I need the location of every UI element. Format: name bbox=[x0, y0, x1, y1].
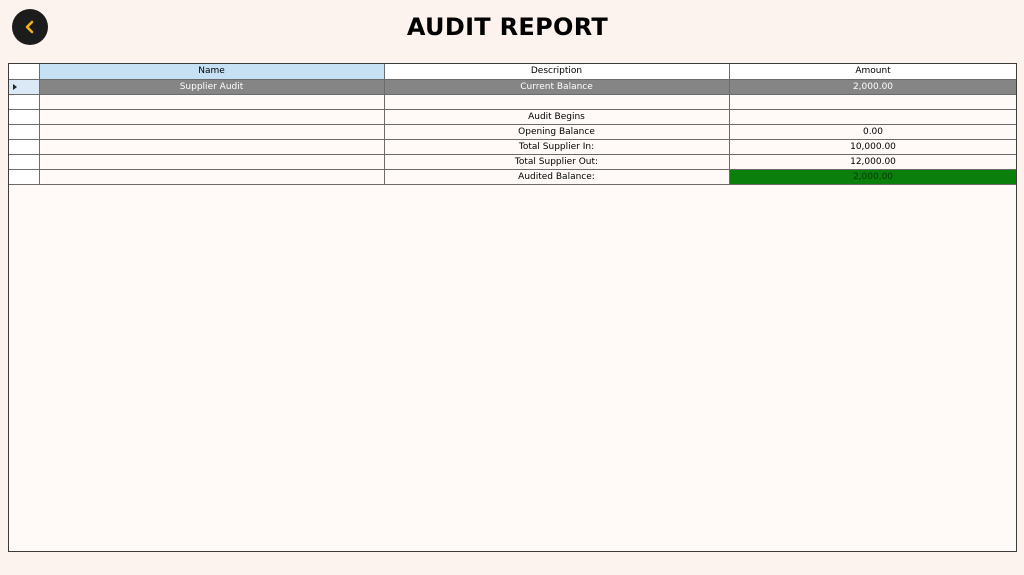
amount-cell[interactable]: 10,000.00 bbox=[729, 139, 1016, 155]
table-row[interactable]: Total Supplier In: 10,000.00 bbox=[9, 139, 1016, 155]
row-header[interactable] bbox=[9, 94, 40, 110]
current-row-icon bbox=[13, 83, 17, 90]
row-header[interactable] bbox=[9, 79, 40, 95]
amount-cell[interactable] bbox=[729, 94, 1016, 110]
audit-grid[interactable]: Name Description Amount Supplier Audit C… bbox=[8, 63, 1017, 552]
name-cell[interactable] bbox=[39, 109, 385, 125]
table-row[interactable] bbox=[9, 94, 1016, 110]
name-cell[interactable] bbox=[39, 94, 385, 110]
description-cell[interactable]: Audited Balance: bbox=[384, 169, 730, 185]
description-cell[interactable]: Audit Begins bbox=[384, 109, 730, 125]
description-cell[interactable]: Current Balance bbox=[384, 79, 730, 95]
table-row[interactable]: Supplier Audit Current Balance 2,000.00 bbox=[9, 79, 1016, 95]
amount-cell[interactable]: 0.00 bbox=[729, 124, 1016, 140]
description-cell[interactable]: Total Supplier In: bbox=[384, 139, 730, 155]
page-title: AUDIT REPORT bbox=[406, 13, 609, 41]
row-header[interactable] bbox=[9, 109, 40, 125]
audited-balance-amount-cell[interactable]: 2,000.00 bbox=[729, 169, 1016, 185]
name-cell[interactable] bbox=[39, 169, 385, 185]
corner-header[interactable] bbox=[9, 64, 40, 80]
header-row: Name Description Amount bbox=[9, 64, 1016, 80]
name-cell[interactable] bbox=[39, 154, 385, 170]
row-header[interactable] bbox=[9, 169, 40, 185]
name-cell[interactable] bbox=[39, 124, 385, 140]
column-header-name[interactable]: Name bbox=[39, 64, 385, 80]
name-cell[interactable] bbox=[39, 139, 385, 155]
row-header[interactable] bbox=[9, 139, 40, 155]
amount-cell[interactable]: 2,000.00 bbox=[729, 79, 1016, 95]
table-row[interactable]: Opening Balance 0.00 bbox=[9, 124, 1016, 140]
amount-cell[interactable]: 12,000.00 bbox=[729, 154, 1016, 170]
table-row[interactable]: Audit Begins bbox=[9, 109, 1016, 125]
column-header-description[interactable]: Description bbox=[384, 64, 730, 80]
column-header-amount[interactable]: Amount bbox=[729, 64, 1016, 80]
name-cell[interactable]: Supplier Audit bbox=[39, 79, 385, 95]
description-cell[interactable]: Total Supplier Out: bbox=[384, 154, 730, 170]
table-row[interactable]: Audited Balance: 2,000.00 bbox=[9, 169, 1016, 185]
description-cell[interactable] bbox=[384, 94, 730, 110]
table-row[interactable]: Total Supplier Out: 12,000.00 bbox=[9, 154, 1016, 170]
audit-table: Name Description Amount Supplier Audit C… bbox=[9, 64, 1016, 185]
amount-cell[interactable] bbox=[729, 109, 1016, 125]
row-header[interactable] bbox=[9, 124, 40, 140]
row-header[interactable] bbox=[9, 154, 40, 170]
description-cell[interactable]: Opening Balance bbox=[384, 124, 730, 140]
